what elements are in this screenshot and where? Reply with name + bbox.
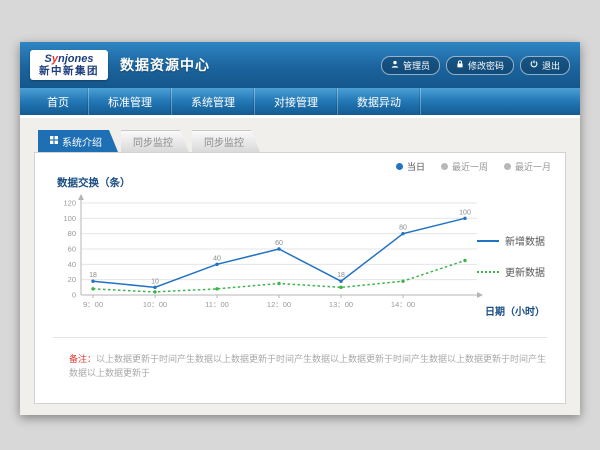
svg-text:18: 18	[337, 272, 345, 279]
filter-label: 最近一周	[452, 160, 488, 173]
app-window: Synjones 新中新集团 数据资源中心 管理员 修改密码 退出	[20, 42, 580, 415]
footer-divider	[53, 337, 547, 338]
y-axis-title: 数据交换（条）	[57, 175, 131, 190]
radio-dot-icon	[504, 163, 511, 170]
footnote: 备注：以上数据更新于时间产生数据以上数据更新于时间产生数据以上数据更新于时间产生…	[69, 353, 547, 380]
svg-text:14：00: 14：00	[391, 300, 415, 309]
svg-text:12：00: 12：00	[267, 300, 291, 309]
grid-icon	[50, 136, 58, 147]
tab-sync-monitor-2[interactable]: 同步监控	[192, 130, 260, 152]
logout-icon	[530, 60, 538, 70]
svg-text:11：00: 11：00	[205, 300, 229, 309]
svg-text:60: 60	[68, 245, 76, 254]
line-chart: 0 20 40 60 80 100 120 9：00 10：00 11：00 12：00 13：00 1…	[49, 193, 493, 315]
svg-text:60: 60	[275, 240, 283, 247]
logo-letter-s: S	[45, 53, 52, 65]
svg-text:40: 40	[68, 260, 76, 269]
tab-label: 同步监控	[204, 134, 244, 149]
footnote-prefix: 备注：	[69, 354, 96, 364]
header-actions: 管理员 修改密码 退出	[381, 56, 570, 75]
svg-text:9：00: 9：00	[83, 300, 103, 309]
legend-new-data[interactable]: 新增数据	[477, 233, 555, 248]
radio-dot-icon	[396, 163, 403, 170]
main-navigation: 首页 标准管理 系统管理 对接管理 数据异动	[20, 88, 580, 115]
header-bar: Synjones 新中新集团 数据资源中心 管理员 修改密码 退出	[20, 42, 580, 88]
svg-text:10：00: 10：00	[143, 300, 167, 309]
logout-button[interactable]: 退出	[520, 56, 570, 75]
footnote-text: 以上数据更新于时间产生数据以上数据更新于时间产生数据以上数据更新于时间产生数据以…	[69, 354, 546, 378]
solid-line-sample-icon	[477, 240, 499, 242]
user-icon	[391, 60, 399, 70]
admin-user-label: 管理员	[403, 59, 430, 72]
svg-text:100: 100	[63, 214, 76, 223]
svg-text:10: 10	[151, 278, 159, 285]
series-label: 新增数据	[505, 233, 545, 248]
tab-system-intro[interactable]: 系统介绍	[38, 130, 118, 152]
change-password-button[interactable]: 修改密码	[446, 56, 514, 75]
svg-text:13：00: 13：00	[329, 300, 353, 309]
svg-text:80: 80	[399, 225, 407, 232]
tab-label: 系统介绍	[62, 134, 102, 149]
svg-text:0: 0	[72, 291, 76, 300]
filter-label: 最近一月	[515, 160, 551, 173]
change-password-label: 修改密码	[468, 59, 504, 72]
dotted-line-sample-icon	[477, 271, 499, 273]
nav-item-integration-management[interactable]: 对接管理	[255, 88, 338, 115]
svg-text:18: 18	[89, 272, 97, 279]
nav-item-system-management[interactable]: 系统管理	[172, 88, 255, 115]
svg-text:20: 20	[68, 275, 76, 284]
tab-label: 同步监控	[133, 134, 173, 149]
series-legend: 新增数据 更新数据	[477, 233, 555, 295]
svg-text:100: 100	[459, 209, 471, 216]
radio-dot-icon	[441, 163, 448, 170]
page-title: 数据资源中心	[120, 55, 210, 75]
desktop-background: Synjones 新中新集团 数据资源中心 管理员 修改密码 退出	[0, 0, 600, 450]
svg-text:40: 40	[213, 255, 221, 262]
series-label: 更新数据	[505, 264, 545, 279]
tab-bar: 系统介绍 同步监控 同步监控	[38, 130, 566, 152]
filter-last-month[interactable]: 最近一月	[504, 160, 551, 173]
chart-panel: 当日 最近一周 最近一月 数据交换（条） 0 20 40 60 80 100 120 9：00…	[34, 152, 566, 404]
logout-label: 退出	[542, 59, 560, 72]
logo-company-name: 新中新集团	[39, 65, 99, 77]
content-area: 系统介绍 同步监控 同步监控 当日 最近一周	[20, 118, 580, 415]
logo-letters-rest: njones	[58, 53, 93, 65]
logo-wordmark: Synjones	[39, 53, 99, 66]
filter-last-week[interactable]: 最近一周	[441, 160, 488, 173]
svg-text:80: 80	[68, 229, 76, 238]
filter-label: 当日	[407, 160, 425, 173]
tab-sync-monitor-1[interactable]: 同步监控	[121, 130, 189, 152]
lock-icon	[456, 60, 464, 70]
logo: Synjones 新中新集团	[30, 50, 108, 81]
x-axis-title: 日期（小时）	[485, 303, 545, 318]
svg-text:120: 120	[63, 199, 76, 208]
time-range-filter: 当日 最近一周 最近一月	[396, 160, 551, 173]
nav-item-standard-management[interactable]: 标准管理	[89, 88, 172, 115]
filter-today[interactable]: 当日	[396, 160, 425, 173]
chart-container: 0 20 40 60 80 100 120 9：00 10：00 11：00 12：00 13：00 1…	[49, 193, 493, 320]
nav-item-home[interactable]: 首页	[28, 88, 89, 115]
nav-item-data-changes[interactable]: 数据异动	[338, 88, 421, 115]
legend-updated-data[interactable]: 更新数据	[477, 264, 555, 279]
admin-user-button[interactable]: 管理员	[381, 56, 440, 75]
